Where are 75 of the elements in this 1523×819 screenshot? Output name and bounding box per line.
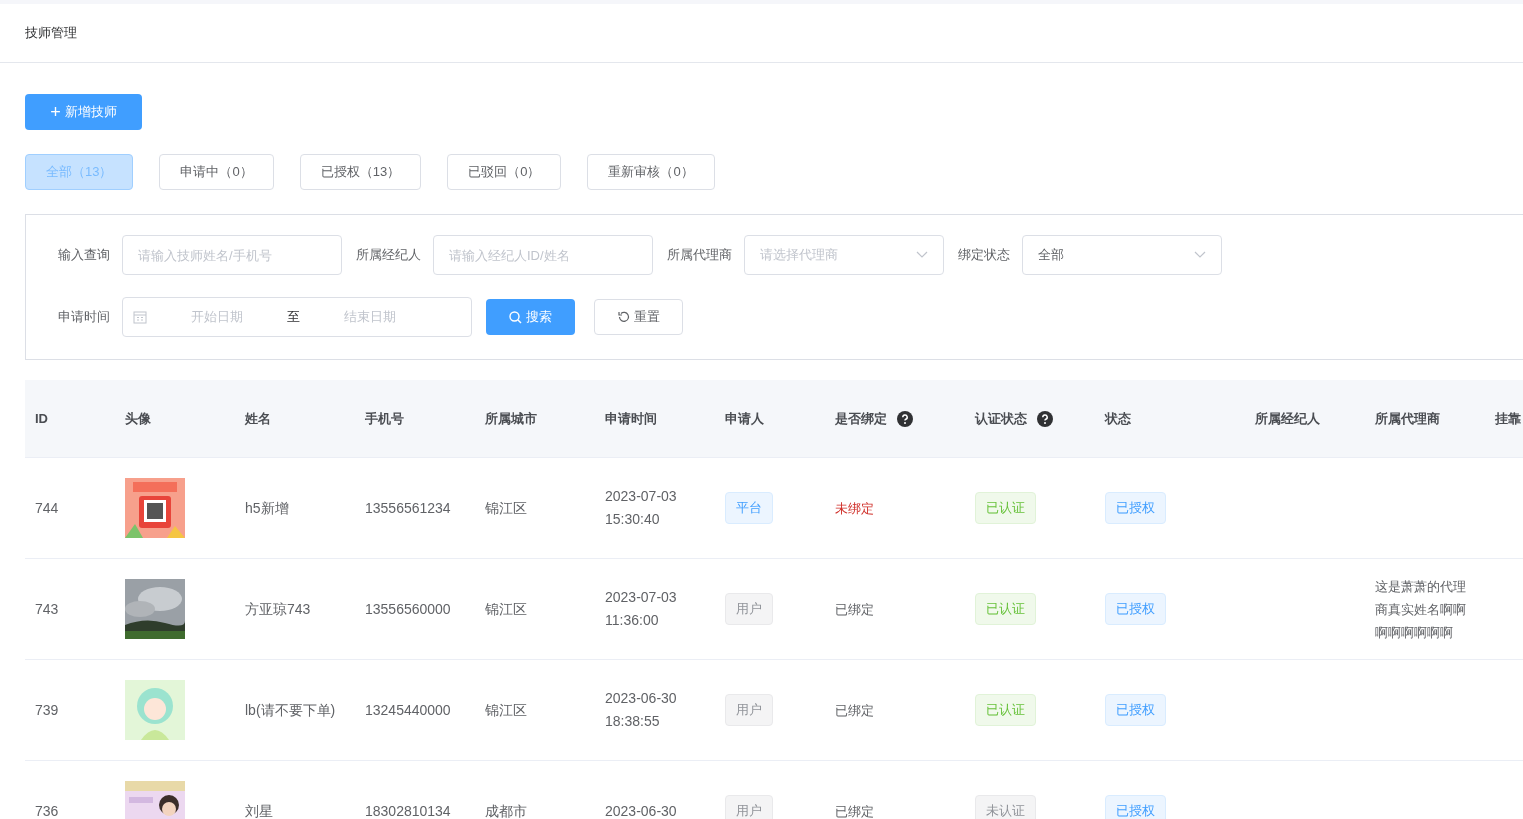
broker-field[interactable]: 请输入经纪人ID/姓名 xyxy=(433,235,653,275)
help-icon xyxy=(897,410,913,427)
column-header: 姓名 xyxy=(245,409,271,428)
id-cell: 743 xyxy=(35,600,59,617)
column-header: 所属城市 xyxy=(485,409,537,428)
name-cell: 刘星 xyxy=(245,802,273,819)
page-title: 技师管理 xyxy=(25,24,77,43)
help-icon xyxy=(1037,410,1053,427)
chevron-down-icon xyxy=(916,251,928,259)
time-cell-text: 2023-07-03 xyxy=(605,487,678,506)
agent-cell-text: 这是萧萧的代理商真实姓名啊啊啊啊啊啊啊啊 xyxy=(1375,577,1467,642)
binding-status: 已绑定 xyxy=(835,803,874,819)
filter-tab[interactable]: 申请中（0） xyxy=(159,154,274,190)
certification-tag: 已认证 xyxy=(975,593,1036,625)
field-label: 绑定状态 xyxy=(958,246,1010,265)
column-header: 所属经纪人 xyxy=(1255,409,1320,428)
time-cell-text: 18:38:55 xyxy=(605,712,661,731)
applicant-tag: 用户 xyxy=(725,795,773,819)
name-cell: h5新增 xyxy=(245,499,289,516)
column-header: 认证状态 xyxy=(975,409,1027,428)
binding-select[interactable]: 全部 xyxy=(1022,235,1222,275)
phone-cell: 18302810134 xyxy=(365,802,451,819)
binding-status: 未绑定 xyxy=(835,500,874,516)
reset-button[interactable]: 重置 xyxy=(594,299,683,335)
column-header: 所属代理商 xyxy=(1375,409,1440,428)
id-cell: 739 xyxy=(35,701,59,718)
date-range-field[interactable]: 开始日期 至 结束日期 xyxy=(122,297,472,337)
time-cell-text: 15:30:40 xyxy=(605,510,661,529)
applicant-tag: 用户 xyxy=(725,694,773,726)
refresh-icon xyxy=(617,311,630,323)
id-cell: 744 xyxy=(35,499,59,516)
calendar-icon xyxy=(133,310,147,324)
certification-tag: 已认证 xyxy=(975,492,1036,524)
filter-tab[interactable]: 已授权（13） xyxy=(299,154,422,190)
status-tag: 已授权 xyxy=(1105,492,1166,524)
status-tag: 已授权 xyxy=(1105,795,1166,819)
time-cell-text: 2023-06-30 xyxy=(605,689,678,708)
phone-cell: 13556560000 xyxy=(365,600,451,617)
field-label: 输入查询 xyxy=(58,246,110,265)
status-tag: 已授权 xyxy=(1105,694,1166,726)
column-header: 申请人 xyxy=(725,409,764,428)
certification-tag: 未认证 xyxy=(975,795,1036,819)
binding-status: 已绑定 xyxy=(835,601,874,617)
certification-tag: 已认证 xyxy=(975,694,1036,726)
column-header: ID xyxy=(35,409,48,428)
time-cell-text: 2023-07-03 xyxy=(605,588,678,607)
search-field[interactable]: 请输入技师姓名/手机号 xyxy=(122,235,342,275)
field-label: 申请时间 xyxy=(58,308,110,327)
column-header: 状态 xyxy=(1105,409,1131,428)
column-header: 手机号 xyxy=(365,409,404,428)
column-header: 头像 xyxy=(125,409,151,428)
time-cell-text: 11:36:00 xyxy=(605,611,660,630)
column-header: 是否绑定 xyxy=(835,409,887,428)
field-label: 所属经纪人 xyxy=(356,246,421,265)
search-icon xyxy=(509,310,522,324)
binding-status: 已绑定 xyxy=(835,702,874,718)
chevron-down-icon xyxy=(1194,251,1206,259)
field-label: 所属代理商 xyxy=(667,246,732,265)
applicant-tag: 用户 xyxy=(725,593,773,625)
city-cell: 锦江区 xyxy=(485,600,527,617)
city-cell: 锦江区 xyxy=(485,701,527,718)
city-cell: 锦江区 xyxy=(485,499,527,516)
name-cell: lb(请不要下单) xyxy=(245,701,336,718)
filter-tab[interactable]: 已驳回（0） xyxy=(447,154,562,190)
time-cell-text: 2023-06-30 xyxy=(605,801,678,819)
city-cell: 成都市 xyxy=(485,802,527,819)
status-tag: 已授权 xyxy=(1105,593,1166,625)
filter-tab[interactable]: 重新审核（0） xyxy=(587,154,715,190)
column-header: 挂靠 xyxy=(1495,409,1521,428)
name-cell: 方亚琼743 xyxy=(245,600,311,617)
column-header: 申请时间 xyxy=(605,409,657,428)
applicant-tag: 平台 xyxy=(725,492,773,524)
phone-cell: 13245440000 xyxy=(365,701,451,718)
id-cell: 736 xyxy=(35,802,59,819)
phone-cell: 13556561234 xyxy=(365,499,451,516)
